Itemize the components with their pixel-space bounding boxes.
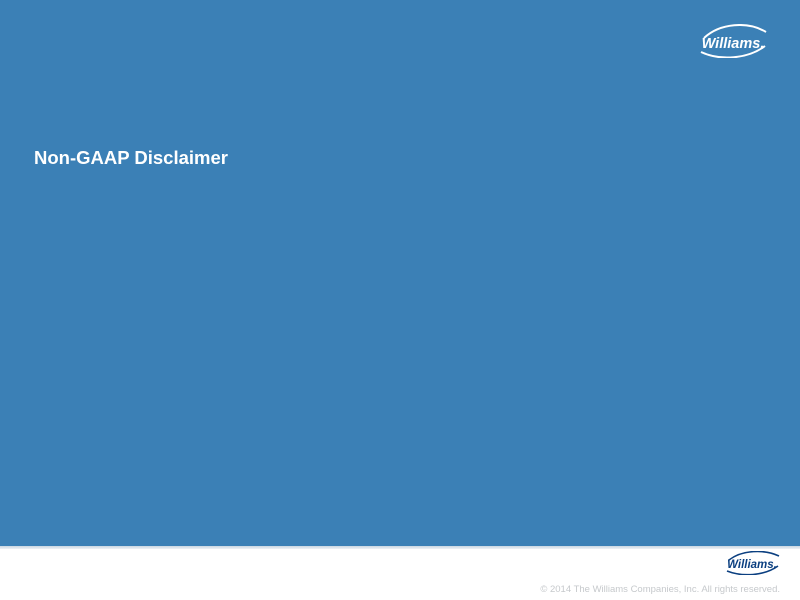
williams-logo-bottom: Williams. [726, 551, 780, 575]
slide-body: Williams. Non-GAAP Disclaimer [0, 0, 800, 546]
copyright-notice: © 2014 The Williams Companies, Inc. All … [540, 584, 780, 595]
williams-logo-top: Williams. [700, 24, 767, 58]
footer-divider [0, 546, 800, 549]
slide-title: Non-GAAP Disclaimer [34, 147, 228, 168]
logo-wordmark: Williams. [727, 559, 777, 571]
logo-wordmark: Williams. [702, 36, 765, 52]
